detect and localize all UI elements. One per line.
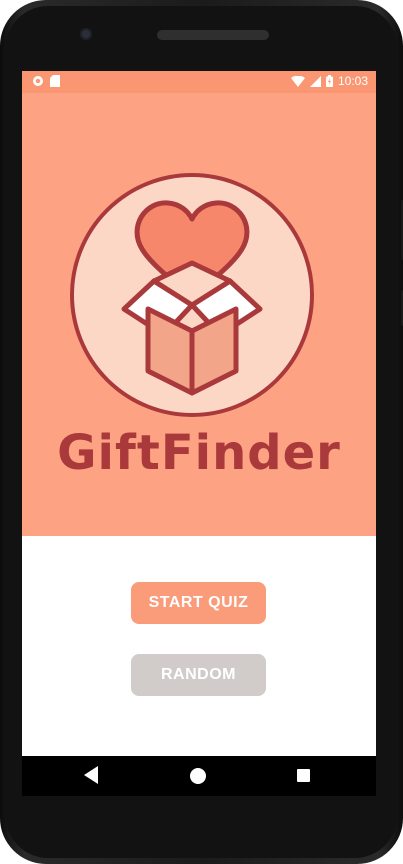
- app-screen: 10:03 GiftFinder START QUIZ RANDOM: [22, 71, 376, 756]
- heart-gift-box-icon: [70, 173, 314, 417]
- start-quiz-button[interactable]: START QUIZ: [131, 582, 266, 624]
- front-camera: [80, 28, 92, 40]
- app-title: GiftFinder: [57, 425, 341, 481]
- settings-gear-icon: [33, 76, 43, 86]
- earpiece-speaker: [157, 30, 269, 40]
- status-time: 10:03: [337, 74, 368, 88]
- battery-icon: [325, 75, 333, 87]
- signal-icon: [309, 75, 321, 87]
- wifi-icon: [290, 75, 305, 87]
- recents-icon[interactable]: [297, 769, 310, 782]
- status-bar: 10:03: [22, 71, 376, 93]
- hero-section: GiftFinder: [22, 93, 376, 536]
- back-icon[interactable]: [84, 766, 98, 784]
- home-icon[interactable]: [190, 768, 206, 784]
- system-nav-bar: [22, 756, 376, 796]
- random-button[interactable]: RANDOM: [131, 654, 266, 696]
- sd-card-icon: [50, 75, 60, 87]
